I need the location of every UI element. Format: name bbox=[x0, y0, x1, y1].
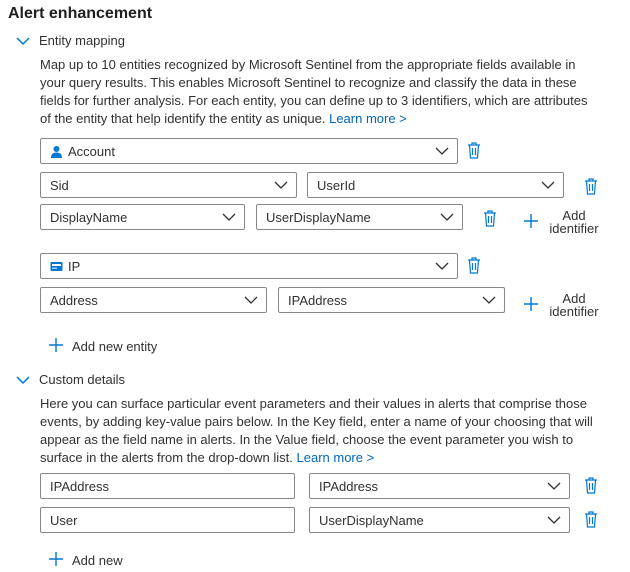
chevron-down-icon bbox=[435, 262, 449, 270]
value-selected: UserDisplayName bbox=[319, 512, 424, 528]
entity-mapping-toggle[interactable]: Entity mapping bbox=[39, 33, 125, 48]
column-dropdown[interactable]: UserId bbox=[307, 172, 564, 198]
chevron-down-icon bbox=[541, 181, 555, 189]
entity-mapping-learn-more-link[interactable]: Learn more > bbox=[329, 111, 407, 126]
custom-details-toggle[interactable]: Custom details bbox=[39, 372, 125, 387]
chevron-down-icon[interactable] bbox=[15, 35, 31, 47]
page-title: Alert enhancement bbox=[8, 5, 153, 22]
delete-identifier-icon[interactable] bbox=[483, 210, 497, 227]
identifier-dropdown[interactable]: DisplayName bbox=[40, 204, 245, 230]
add-new-label: Add new bbox=[72, 553, 123, 568]
column-value: IPAddress bbox=[288, 292, 348, 308]
plus-icon bbox=[49, 338, 63, 352]
chevron-down-icon bbox=[222, 213, 236, 221]
add-identifier-line-2: identifier bbox=[549, 221, 599, 236]
column-dropdown[interactable]: IPAddress bbox=[278, 287, 505, 313]
entity-type-label: Account bbox=[68, 143, 115, 159]
identifier-dropdown[interactable]: Address bbox=[40, 287, 267, 313]
add-new-entity-label: Add new entity bbox=[72, 339, 158, 354]
key-field[interactable]: User bbox=[40, 507, 295, 533]
entity-mapping-description: Map up to 10 entities recognized by Micr… bbox=[40, 56, 600, 128]
key-field[interactable]: IPAddress bbox=[40, 473, 295, 499]
delete-entity-icon[interactable] bbox=[467, 257, 481, 274]
value-dropdown[interactable]: IPAddress bbox=[309, 473, 570, 499]
chevron-down-icon bbox=[244, 296, 258, 304]
plus-icon bbox=[524, 214, 538, 228]
chevron-down-icon bbox=[482, 296, 496, 304]
identifier-value: Sid bbox=[50, 177, 69, 193]
user-icon bbox=[51, 145, 62, 158]
entity-type-dropdown-account[interactable]: Account bbox=[40, 138, 458, 164]
ip-address-icon bbox=[50, 261, 63, 271]
entity-type-dropdown-ip[interactable]: IP bbox=[40, 253, 458, 279]
add-identifier-label: Add identifier bbox=[544, 209, 604, 235]
delete-row-icon[interactable] bbox=[584, 477, 598, 494]
column-value: UserId bbox=[317, 177, 356, 193]
entity-mapping-text: Map up to 10 entities recognized by Micr… bbox=[40, 57, 588, 126]
delete-identifier-icon[interactable] bbox=[584, 178, 598, 195]
entity-type-label: IP bbox=[68, 258, 81, 274]
chevron-down-icon bbox=[274, 181, 288, 189]
chevron-down-icon bbox=[435, 147, 449, 155]
value-selected: IPAddress bbox=[319, 478, 379, 494]
column-value: UserDisplayName bbox=[266, 209, 371, 225]
identifier-dropdown[interactable]: Sid bbox=[40, 172, 297, 198]
add-identifier-label: Add identifier bbox=[544, 292, 604, 318]
chevron-down-icon[interactable] bbox=[15, 374, 31, 386]
identifier-value: Address bbox=[50, 292, 98, 308]
key-value: User bbox=[50, 512, 78, 528]
identifier-value: DisplayName bbox=[50, 209, 128, 225]
delete-row-icon[interactable] bbox=[584, 511, 598, 528]
key-value: IPAddress bbox=[50, 478, 110, 494]
delete-entity-icon[interactable] bbox=[467, 142, 481, 159]
plus-icon bbox=[524, 297, 538, 311]
add-identifier-line-2: identifier bbox=[549, 304, 599, 319]
custom-details-description: Here you can surface particular event pa… bbox=[40, 395, 600, 467]
custom-details-learn-more-link[interactable]: Learn more > bbox=[297, 450, 375, 465]
chevron-down-icon bbox=[547, 516, 561, 524]
value-dropdown[interactable]: UserDisplayName bbox=[309, 507, 570, 533]
column-dropdown[interactable]: UserDisplayName bbox=[256, 204, 463, 230]
chevron-down-icon bbox=[440, 213, 454, 221]
chevron-down-icon bbox=[547, 482, 561, 490]
plus-icon bbox=[49, 552, 63, 566]
